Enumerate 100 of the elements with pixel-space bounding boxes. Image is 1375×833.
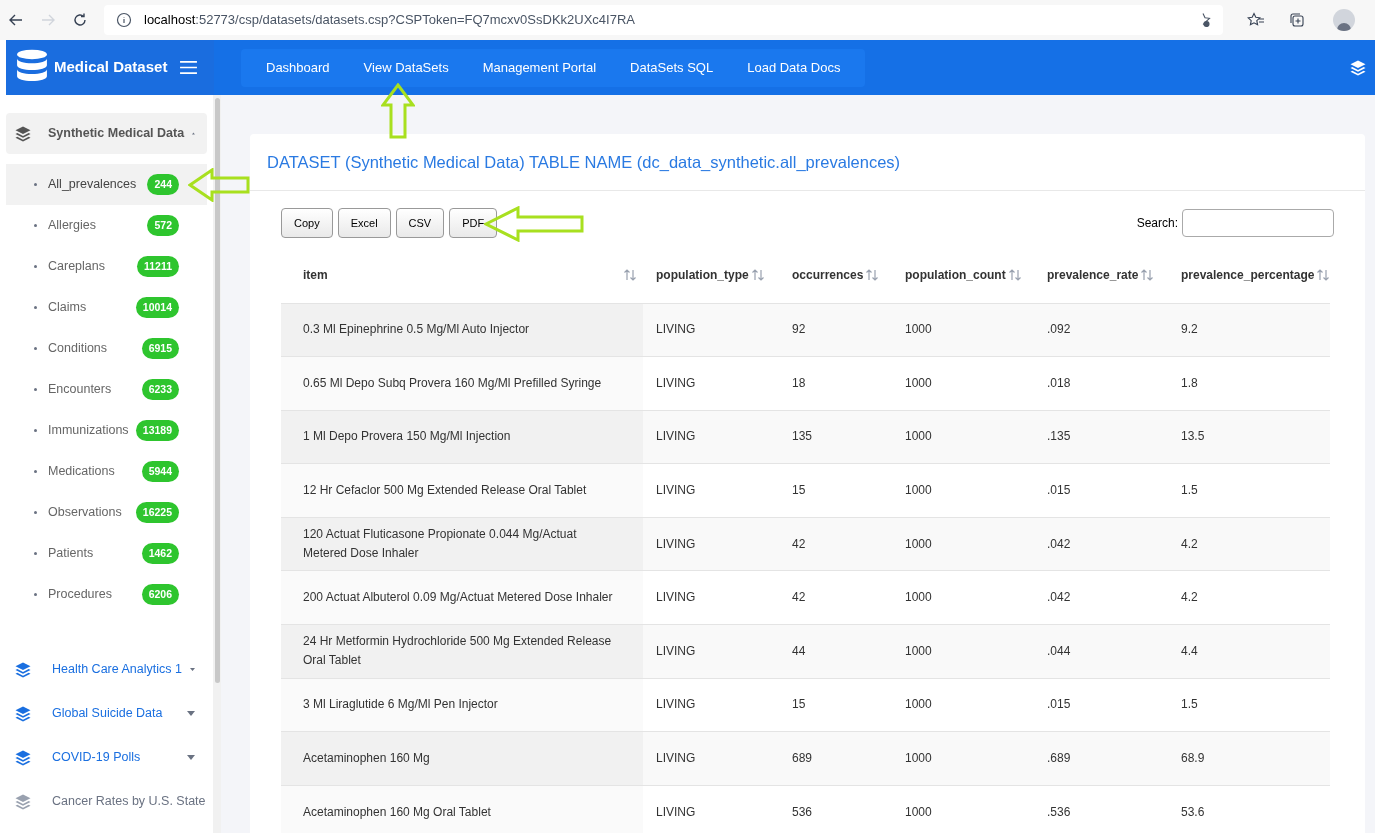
table-cell: Acetaminophen 160 Mg Oral Tablet: [303, 804, 491, 819]
url-text: localhost:52773/csp/datasets/datasets.csp?CSPToken=FQ7mcxv0SsDKk2UXc4I7RA: [144, 11, 636, 30]
table-cell: 1000: [905, 536, 932, 551]
profile-avatar[interactable]: [1333, 9, 1355, 31]
sidebar-item[interactable]: Medications 5944: [6, 451, 207, 492]
table-cell: 24 Hr Metformin Hydrochloride 500 Mg Extended Release Oral Tablet: [303, 634, 612, 668]
caret-icon: [189, 667, 195, 672]
sidebar-item[interactable]: Immunizations 13189: [6, 410, 207, 451]
count-badge: 572: [147, 214, 179, 237]
sidebar-group[interactable]: Synthetic Medical Data: [6, 113, 207, 154]
column-header[interactable]: population_type: [656, 265, 749, 284]
annotation-arrow: [188, 168, 250, 202]
column-header[interactable]: occurrences: [792, 265, 864, 284]
reload-icon[interactable]: [72, 12, 88, 28]
sidebar-item[interactable]: Conditions 6915: [6, 328, 207, 369]
count-badge: 244: [147, 173, 179, 196]
count-badge: 6915: [141, 337, 179, 360]
annotation-arrow: [381, 83, 415, 139]
table-cell: 1.5: [1181, 483, 1198, 498]
table-cell: 68.9: [1181, 751, 1205, 766]
layers-icon: [14, 124, 32, 143]
nav-link[interactable]: DataSets SQL: [613, 53, 731, 82]
sidebar-item[interactable]: All_prevalences 244: [6, 164, 207, 205]
nav-link[interactable]: View DataSets: [346, 53, 466, 82]
sidebar-item[interactable]: Procedures 6206: [6, 574, 207, 615]
search-field[interactable]: [1182, 209, 1334, 237]
table-cell: .042: [1047, 590, 1071, 605]
export-button[interactable]: Copy: [281, 208, 333, 238]
count-badge: 6206: [141, 583, 179, 606]
table-cell: 1.5: [1181, 697, 1198, 712]
menu-icon[interactable]: [179, 60, 198, 75]
layers-icon: [14, 792, 32, 811]
table-cell: 0.3 Ml Epinephrine 0.5 Mg/Ml Auto Injector: [303, 322, 530, 337]
sidebar-item[interactable]: Patients 1462: [6, 533, 207, 574]
favorites-icon[interactable]: [1247, 12, 1265, 28]
table-cell: LIVING: [656, 375, 696, 390]
count-badge: 16225: [135, 501, 179, 524]
table-cell: LIVING: [656, 429, 696, 444]
address-bar[interactable]: localhost:52773/csp/datasets/datasets.csp?CSPToken=FQ7mcxv0SsDKk2UXc4I7RA: [104, 5, 1223, 35]
table-cell: LIVING: [656, 751, 696, 766]
table-cell: 15: [792, 483, 806, 498]
table-cell: .135: [1047, 429, 1071, 444]
table-cell: 3 Ml Liraglutide 6 Mg/Ml Pen Injector: [303, 697, 498, 712]
table-cell: 135: [792, 429, 813, 444]
sidebar-group[interactable]: Health Care Analytics 1: [6, 649, 207, 690]
layers-icon: [1349, 58, 1367, 77]
table-cell: .536: [1047, 804, 1071, 819]
back-icon[interactable]: [8, 12, 24, 28]
table-cell: 4.4: [1181, 643, 1198, 658]
table-cell: 200 Actuat Albuterol 0.09 Mg/Actuat Metered Dose Inhaler: [303, 590, 613, 605]
sidebar-group[interactable]: COVID-19 Polls: [6, 737, 207, 778]
search-label: Search:: [1136, 215, 1178, 232]
table-cell: 536: [792, 804, 813, 819]
nav-link[interactable]: Dashboard: [249, 53, 347, 82]
export-button[interactable]: Excel: [337, 208, 391, 238]
table-cell: 18: [792, 375, 806, 390]
count-badge: 10014: [135, 296, 179, 319]
export-button[interactable]: PDF: [449, 208, 498, 238]
table-cell: 0.65 Ml Depo Subq Provera 160 Mg/Ml Prefilled Syringe: [303, 375, 602, 390]
column-header[interactable]: prevalence_percentage: [1181, 265, 1315, 284]
nav-link[interactable]: Load Data Docs: [730, 53, 858, 82]
sort-icon: [1007, 268, 1022, 281]
collections-icon[interactable]: [1289, 12, 1305, 28]
sidebar-item[interactable]: Careplans 11211: [6, 246, 207, 287]
sidebar-group[interactable]: Global Suicide Data: [6, 693, 207, 734]
sort-icon: [1140, 268, 1155, 281]
sidebar-item[interactable]: Claims 10014: [6, 287, 207, 328]
table-cell: .015: [1047, 697, 1071, 712]
table-cell: 15: [792, 697, 806, 712]
table-cell: .042: [1047, 536, 1071, 551]
count-badge: 1462: [141, 542, 179, 565]
table-cell: .092: [1047, 322, 1071, 337]
export-button[interactable]: CSV: [395, 208, 445, 238]
sort-icon: [1316, 268, 1331, 281]
column-header[interactable]: item: [303, 265, 328, 284]
table-cell: 1000: [905, 375, 932, 390]
table-cell: LIVING: [656, 536, 696, 551]
sort-icon: [865, 268, 880, 281]
table-cell: 1000: [905, 322, 932, 337]
table-cell: .015: [1047, 483, 1071, 498]
table-cell: 1 Ml Depo Provera 150 Mg/Ml Injection: [303, 429, 511, 444]
layers-icon: [14, 748, 32, 767]
table-cell: 1000: [905, 483, 932, 498]
sort-icon: [750, 268, 765, 281]
table-cell: 4.2: [1181, 590, 1198, 605]
table-cell: 1.8: [1181, 375, 1198, 390]
table-cell: LIVING: [656, 804, 696, 819]
table-cell: LIVING: [656, 643, 696, 658]
table-cell: 1000: [905, 429, 932, 444]
sidebar-item[interactable]: Encounters 6233: [6, 369, 207, 410]
column-header[interactable]: population_count: [905, 265, 1006, 284]
nav-link[interactable]: Management Portal: [465, 53, 614, 82]
app-title: Medical Dataset: [54, 57, 168, 78]
count-badge: 11211: [136, 255, 179, 278]
caret-icon: [187, 755, 195, 760]
column-header[interactable]: prevalence_rate: [1047, 265, 1139, 284]
sidebar-item[interactable]: Allergies 572: [6, 205, 207, 246]
table-cell: 44: [792, 643, 806, 658]
sidebar-item[interactable]: Observations 16225: [6, 492, 207, 533]
table-cell: 9.2: [1181, 322, 1198, 337]
